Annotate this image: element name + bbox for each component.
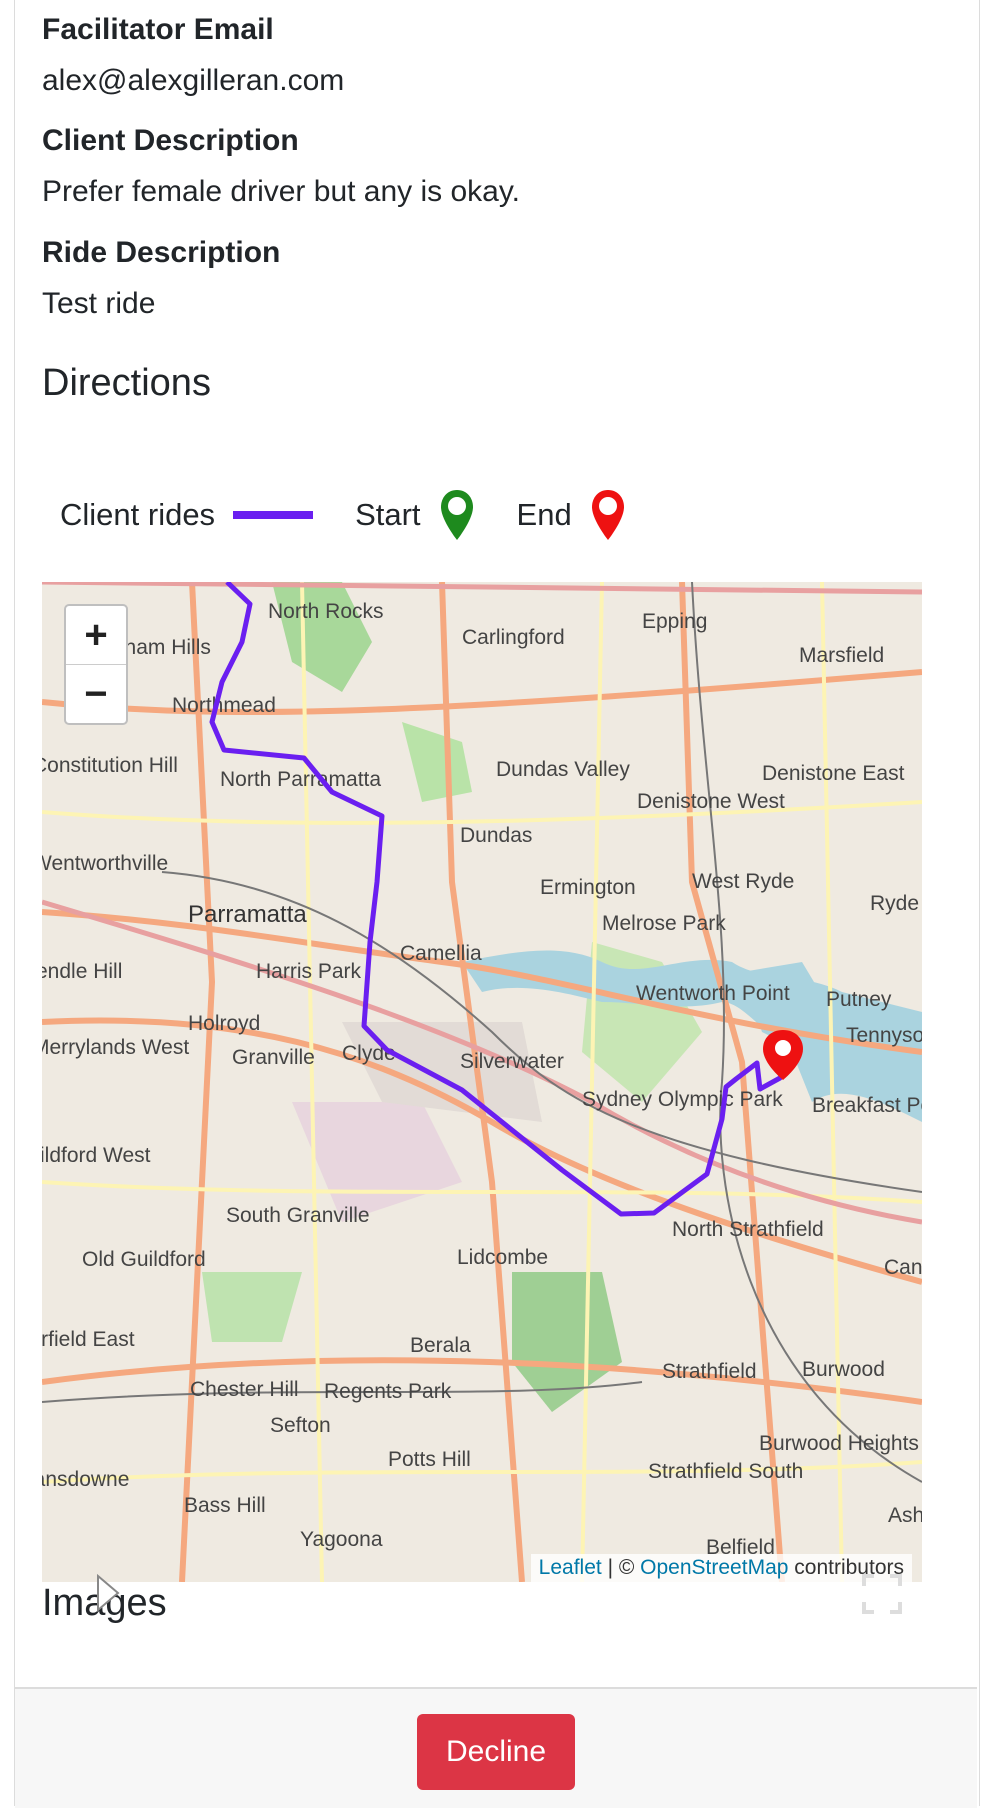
map-place-label: Dundas [460, 824, 532, 847]
map-place-label: Berala [410, 1334, 471, 1357]
map-place-label: Putney [826, 988, 892, 1011]
map-place-label: Chester Hill [190, 1378, 299, 1401]
legend-end-label: End [516, 497, 572, 532]
map-place-label: Breakfast Point [812, 1094, 922, 1117]
legend-start-label: Start [355, 497, 421, 532]
map-place-label: Bass Hill [184, 1494, 266, 1517]
map-place-label: Ryde [870, 892, 919, 915]
map-tiles[interactable]: North Rocks Carlingford Epping Marsfield… [42, 582, 922, 1582]
client-description-label: Client Description [42, 124, 299, 157]
map-place-label: Canada Bay [884, 1256, 922, 1279]
decline-button[interactable]: Decline [417, 1714, 575, 1790]
client-rides-line-swatch [233, 511, 314, 519]
zoom-in-button[interactable]: + [66, 606, 126, 665]
map-place-label: Parramatta [188, 901, 307, 928]
map-place-label: Denistone West [637, 790, 785, 813]
directions-heading: Directions [42, 362, 211, 404]
map-place-label: Merrylands West [42, 1036, 189, 1059]
client-description-value: Prefer female driver but any is okay. [42, 175, 520, 208]
leaflet-link[interactable]: Leaflet [539, 1556, 602, 1579]
map-place-label: Old Guildford [82, 1248, 206, 1271]
map-place-label: Potts Hill [388, 1448, 471, 1471]
map-place-label: Constitution Hill [42, 754, 178, 777]
action-footer: Decline [15, 1687, 977, 1808]
map-place-label: Burwood Heights [759, 1432, 919, 1455]
map-place-label: West Ryde [692, 870, 794, 893]
openstreetmap-link[interactable]: OpenStreetMap [640, 1556, 788, 1579]
map-attribution: Leaflet | © OpenStreetMap contributors [530, 1554, 912, 1582]
map-place-label: Yagoona [300, 1528, 383, 1551]
map-place-label: Camellia [400, 942, 482, 965]
map-place-label: Pendle Hill [42, 960, 122, 983]
map-place-label: Silverwater [460, 1050, 564, 1073]
directions-map[interactable]: North Rocks Carlingford Epping Marsfield… [42, 582, 922, 1582]
fullscreen-icon[interactable] [860, 1572, 904, 1616]
zoom-out-button[interactable]: − [66, 665, 126, 723]
map-place-label: Marsfield [799, 644, 884, 667]
carousel-prev-icon[interactable] [94, 1572, 124, 1614]
attribution-separator: | © [601, 1556, 641, 1579]
map-place-label: Sefton [270, 1414, 331, 1437]
map-place-label: North Parramatta [220, 768, 381, 791]
map-place-label: Carlingford [462, 626, 565, 649]
map-place-label: Melrose Park [602, 912, 726, 935]
facilitator-email-label: Facilitator Email [42, 13, 274, 46]
map-place-label: Ashfield [888, 1504, 922, 1527]
map-place-label: Guildford West [42, 1144, 151, 1167]
map-place-label: Epping [642, 610, 707, 633]
legend-client-rides-label: Client rides [60, 497, 216, 532]
map-place-label: Burwood [802, 1358, 885, 1381]
map-place-label: South Granville [226, 1204, 370, 1227]
map-place-label: Lansdowne [42, 1468, 129, 1491]
map-place-label: North Strathfield [672, 1218, 824, 1241]
facilitator-email-value: alex@alexgilleran.com [42, 64, 345, 97]
end-marker-icon [591, 490, 624, 540]
map-place-label: Strathfield South [648, 1460, 803, 1483]
start-marker-icon [440, 490, 473, 540]
map-place-label: North Rocks [268, 600, 384, 623]
map-place-label: Denistone East [762, 762, 905, 785]
map-place-label: Harris Park [256, 960, 362, 983]
map-place-label: Dundas Valley [496, 758, 630, 781]
map-place-label: Lidcombe [457, 1246, 548, 1269]
map-place-label: Regents Park [324, 1380, 452, 1403]
map-place-label: Strathfield [662, 1360, 757, 1383]
map-place-label: Wentworthville [42, 852, 168, 875]
map-legend: Client rides Start End [60, 486, 668, 544]
map-place-label: Granville [232, 1046, 315, 1069]
map-place-label: Tennyson [846, 1024, 922, 1047]
ride-description-value: Test ride [42, 287, 156, 320]
map-place-label: Clyde [342, 1042, 396, 1065]
map-place-label: Wentworth Point [636, 982, 790, 1005]
map-place-label: Northmead [172, 694, 276, 717]
ride-description-label: Ride Description [42, 236, 281, 269]
map-place-label: Fairfield East [42, 1328, 135, 1351]
map-place-label: Holroyd [188, 1012, 260, 1035]
map-place-label: Sydney Olympic Park [582, 1088, 783, 1111]
zoom-control[interactable]: + − [64, 604, 128, 725]
map-place-label: Ermington [540, 876, 636, 899]
